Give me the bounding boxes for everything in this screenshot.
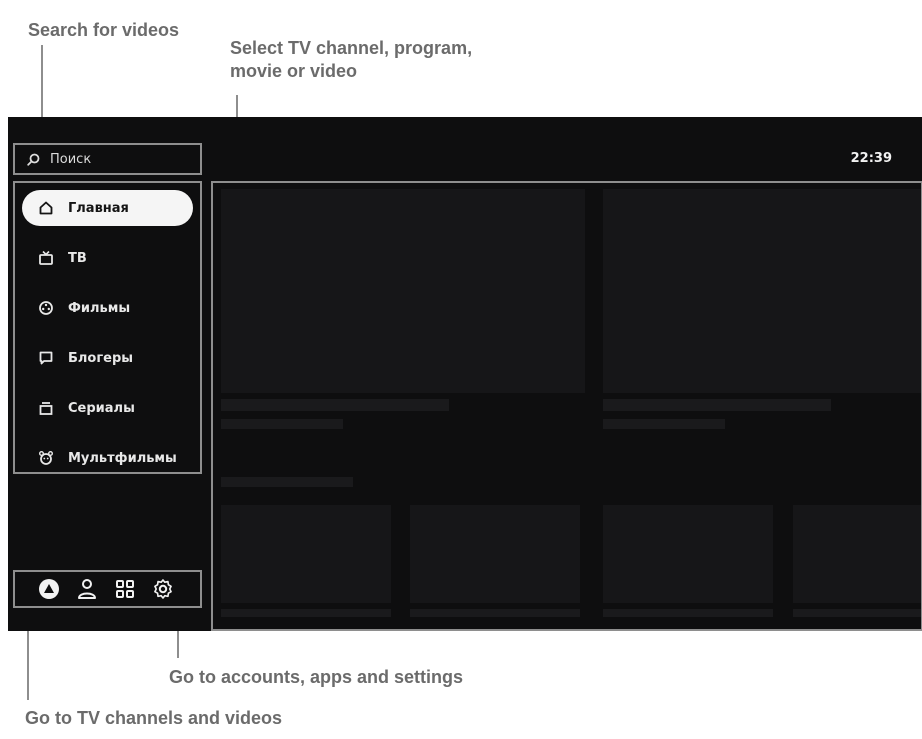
apps-grid-icon[interactable] [113, 577, 137, 601]
search-button[interactable]: Поиск [13, 143, 202, 175]
tile-caption-placeholder [221, 399, 449, 411]
callout-accounts: Go to accounts, apps and settings [169, 667, 464, 687]
search-label: Поиск [50, 151, 92, 167]
callout-select-line2: movie or video [230, 61, 358, 81]
sidebar-item-label: Сериалы [68, 400, 135, 416]
sidebar-item-label: Блогеры [68, 350, 134, 366]
home-icon [38, 200, 54, 216]
content-area[interactable] [211, 181, 922, 631]
sidebar-item-label: Главная [68, 200, 129, 216]
series-icon [38, 400, 54, 416]
search-icon [27, 153, 40, 166]
clock: 22:39 [850, 151, 892, 166]
sidebar-nav: Главная ТВ Фильмы Блогеры Сериалы Мультф… [13, 181, 202, 474]
tile-caption-placeholder [603, 419, 725, 429]
content-tile[interactable] [603, 189, 921, 393]
callout-search: Search for videos [28, 20, 180, 40]
settings-gear-icon[interactable] [151, 577, 175, 601]
callout-channels: Go to TV channels and videos [25, 708, 283, 728]
sidebar-item-cartoons[interactable]: Мультфильмы [22, 440, 193, 476]
cartoon-icon [38, 450, 54, 466]
tile-caption-placeholder [793, 609, 921, 617]
sidebar-item-label: Фильмы [68, 300, 131, 316]
row-title-placeholder [221, 477, 353, 487]
content-tile-small[interactable] [410, 505, 580, 603]
content-tile-small[interactable] [793, 505, 921, 603]
tv-icon [38, 250, 54, 266]
tile-caption-placeholder [603, 609, 773, 617]
sidebar-item-home[interactable]: Главная [22, 190, 193, 226]
content-tile[interactable] [221, 189, 585, 393]
tv-screen: 22:39 Поиск Главная ТВ Фильмы Блогеры Се… [8, 117, 922, 631]
sidebar-item-tv[interactable]: ТВ [22, 240, 193, 276]
assistant-icon[interactable] [37, 577, 61, 601]
bloggers-icon [38, 350, 54, 366]
profile-icon[interactable] [75, 577, 99, 601]
sidebar-item-series[interactable]: Сериалы [22, 390, 193, 426]
sidebar-item-films[interactable]: Фильмы [22, 290, 193, 326]
tile-caption-placeholder [221, 419, 343, 429]
sidebar-item-label: ТВ [68, 250, 87, 266]
film-reel-icon [38, 300, 54, 316]
sidebar-item-bloggers[interactable]: Блогеры [22, 340, 193, 376]
sidebar-item-label: Мультфильмы [68, 450, 177, 466]
callout-select-line1: Select TV channel, program, [230, 38, 473, 58]
tile-caption-placeholder [603, 399, 831, 411]
tile-caption-placeholder [410, 609, 580, 617]
bottom-toolbar [13, 570, 202, 608]
content-tile-small[interactable] [603, 505, 773, 603]
tile-caption-placeholder [221, 609, 391, 617]
content-tile-small[interactable] [221, 505, 391, 603]
